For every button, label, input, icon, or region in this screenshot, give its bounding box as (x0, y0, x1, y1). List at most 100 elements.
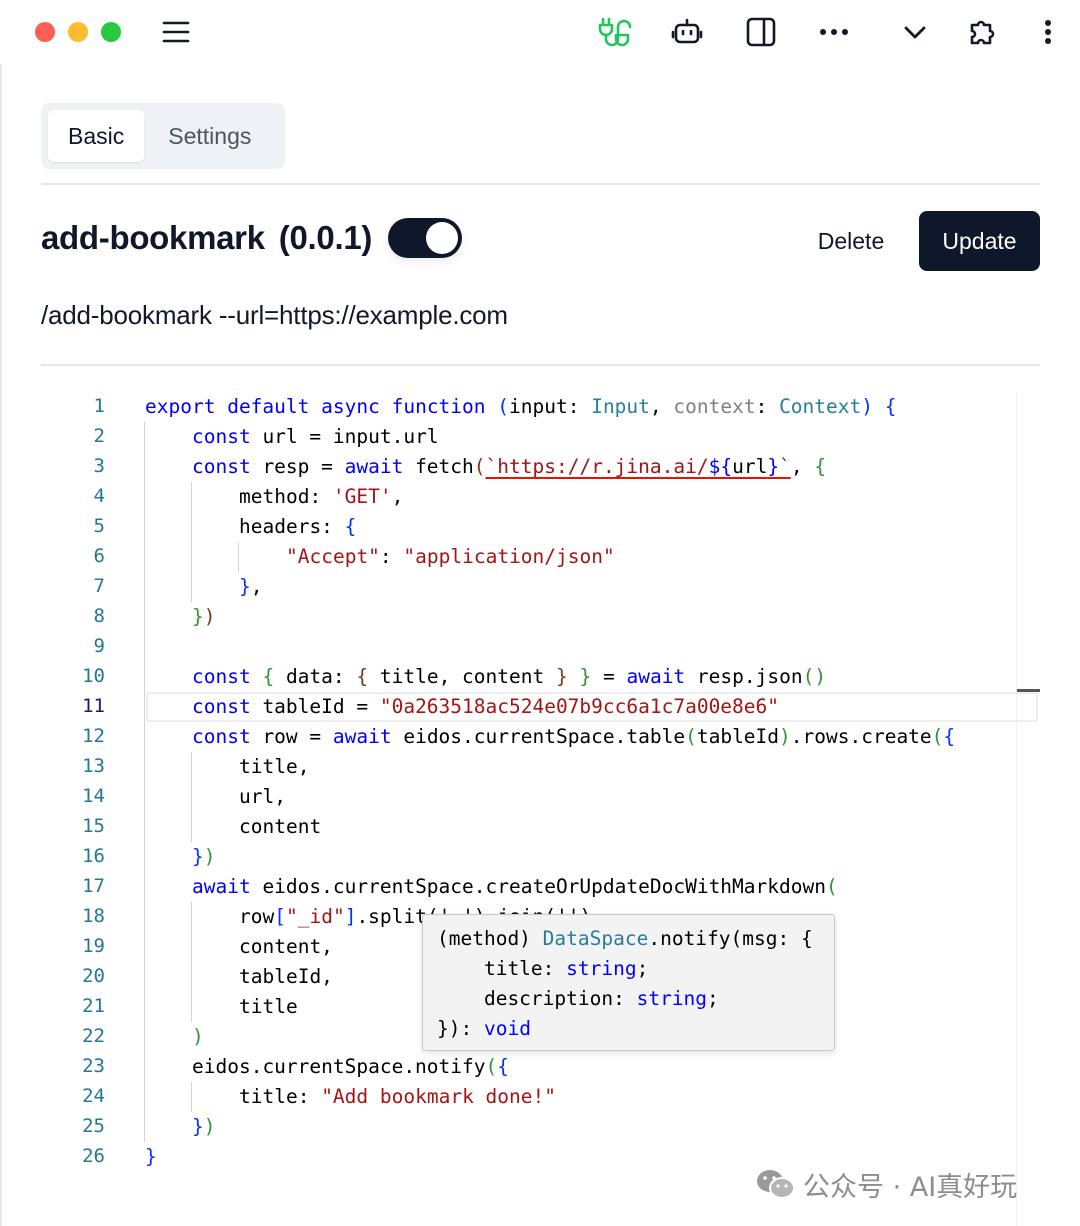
code-token: export (145, 395, 216, 418)
code-token: url, (239, 785, 286, 808)
line-number: 13 (82, 755, 105, 777)
code-token: resp.json (685, 665, 803, 688)
indent-guide (144, 482, 145, 512)
indent-guide (144, 1052, 145, 1082)
indent-guide (144, 1022, 145, 1052)
code-line: url, (239, 782, 286, 812)
line-number: 9 (93, 635, 105, 657)
code-line: ) (192, 1022, 204, 1052)
indent-guide (144, 992, 145, 1022)
code-token: : (567, 395, 592, 418)
tooltip-token: string (566, 957, 637, 980)
code-token: tableId = (250, 695, 380, 718)
command-usage: /add-bookmark --url=https://example.com (41, 300, 508, 330)
indent-guide (144, 542, 145, 572)
tab-basic[interactable]: Basic (48, 110, 145, 162)
code-token: eidos.currentSpace.table (391, 725, 686, 748)
indent-guide (191, 782, 192, 812)
indent-guide (238, 542, 239, 572)
code-token: headers: (239, 515, 345, 538)
update-button[interactable]: Update (919, 211, 1040, 271)
indent-guide (144, 962, 145, 992)
indent-guide (191, 542, 192, 572)
code-token: [ (274, 905, 286, 928)
plug-icon[interactable] (596, 14, 632, 50)
line-number: 2 (93, 425, 105, 447)
line-number: 22 (82, 1025, 105, 1047)
line-number: 1 (93, 395, 105, 417)
code-token: ) (203, 1115, 216, 1138)
chevron-down-icon[interactable] (897, 14, 933, 50)
code-token: , (790, 455, 815, 478)
code-line: const tableId = "0a263518ac524e07b9cc6a1… (192, 692, 779, 722)
divider (41, 364, 1040, 366)
code-token: } (145, 1145, 157, 1168)
tooltip-token: ; (707, 987, 719, 1010)
line-number: 15 (82, 815, 105, 837)
code-token: const (192, 455, 251, 478)
tooltip-token: ; (636, 957, 649, 980)
delete-button[interactable]: Delete (796, 212, 906, 270)
tooltip-line: }): void (437, 1014, 531, 1044)
code-token: async (321, 395, 380, 418)
code-line: title: "Add bookmark done!" (239, 1082, 556, 1112)
tooltip-token: string (636, 987, 708, 1010)
script-name: add-bookmark (41, 219, 265, 256)
code-token: function (391, 395, 486, 418)
indent-guide (144, 692, 145, 722)
extension-icon[interactable] (965, 14, 1001, 50)
code-token: Input (591, 395, 650, 418)
more-icon[interactable] (816, 14, 852, 50)
code-token: await (332, 725, 392, 748)
script-header: add-bookmark (0.0.1) (41, 210, 463, 266)
minimize-window-button[interactable] (68, 22, 88, 42)
code-token: "Add bookmark done!" (321, 1085, 556, 1108)
line-number: 26 (82, 1145, 105, 1167)
indent-guide (144, 602, 145, 632)
indent-guide (144, 1082, 145, 1112)
code-line: export default async function (input: In… (145, 392, 897, 422)
code-token: https://r.jina.ai/ (497, 455, 709, 478)
code-token: await (344, 455, 404, 478)
line-number: 12 (82, 725, 105, 747)
code-editor[interactable]: 1 2 3 4 5 6 7 8 9 10 11 12 13 14 15 16 17 18 19 20 21 22 23 24 2… (41, 392, 1040, 1226)
code-token: context (673, 395, 756, 418)
code-token: url = input.url (250, 425, 439, 448)
code-line: }) (192, 602, 216, 632)
line-number: 18 (82, 905, 105, 927)
sidebar-icon[interactable] (743, 14, 779, 50)
indent-guide (144, 812, 145, 842)
menu-icon[interactable] (158, 14, 194, 50)
code-token: ) (779, 725, 791, 748)
script-version: (0.0.1) (278, 219, 373, 256)
code-line: await eidos.currentSpace.createOrUpdateD… (192, 872, 838, 902)
code-token: content (239, 815, 322, 838)
indent-guide (144, 902, 145, 932)
code-token: ) (192, 1025, 204, 1048)
toggle-knob (426, 222, 459, 254)
tooltip-token: .notify(msg: { (648, 927, 813, 950)
enable-toggle[interactable] (388, 218, 463, 258)
maximize-window-button[interactable] (101, 22, 121, 42)
code-token: const (192, 665, 251, 688)
tab-settings[interactable]: Settings (148, 110, 271, 162)
code-token: title, (239, 755, 310, 778)
code-line: const row = await eidos.currentSpace.tab… (192, 722, 955, 752)
code-token: : (755, 395, 780, 418)
indent-guide (144, 782, 145, 812)
line-number: 6 (93, 545, 105, 567)
code-token: } (555, 665, 568, 688)
close-window-button[interactable] (35, 22, 55, 42)
line-number: 19 (82, 935, 105, 957)
tooltip-line: description: string; (437, 984, 719, 1014)
code-line: content (239, 812, 321, 842)
robot-icon[interactable] (669, 14, 705, 50)
code-token: input (509, 395, 568, 418)
divider (41, 183, 1040, 185)
code-token: .rows.create (790, 725, 932, 748)
tooltip-token: }): (437, 1017, 484, 1040)
kebab-icon[interactable] (1030, 14, 1066, 50)
code-token: ` (779, 455, 791, 478)
page-title: add-bookmark (0.0.1) (41, 219, 372, 257)
